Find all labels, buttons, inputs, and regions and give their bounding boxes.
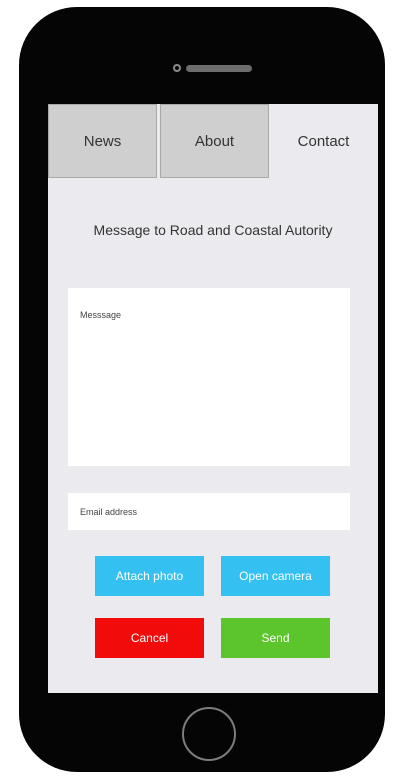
open-camera-button[interactable]: Open camera xyxy=(221,556,330,596)
send-button[interactable]: Send xyxy=(221,618,330,658)
email-field[interactable] xyxy=(68,493,350,530)
tab-about[interactable]: About xyxy=(160,104,269,178)
message-field[interactable] xyxy=(68,288,350,466)
home-button-icon[interactable] xyxy=(182,707,236,761)
tab-contact-label: Contact xyxy=(297,132,350,150)
tab-news[interactable]: News xyxy=(48,104,157,178)
speaker-icon xyxy=(186,65,252,72)
attach-photo-button[interactable]: Attach photo xyxy=(95,556,204,596)
tab-contact[interactable]: Contact xyxy=(269,104,378,178)
app-screen: News About Contact Message to Road and C… xyxy=(48,104,378,693)
page-title: Message to Road and Coastal Autority xyxy=(93,222,333,238)
tab-bar: News About Contact xyxy=(48,104,378,180)
tab-news-label: News xyxy=(83,132,122,150)
cancel-button[interactable]: Cancel xyxy=(95,618,204,658)
tab-about-label: About xyxy=(194,132,235,150)
phone-frame: News About Contact Message to Road and C… xyxy=(19,7,385,772)
front-camera-icon xyxy=(173,64,181,72)
